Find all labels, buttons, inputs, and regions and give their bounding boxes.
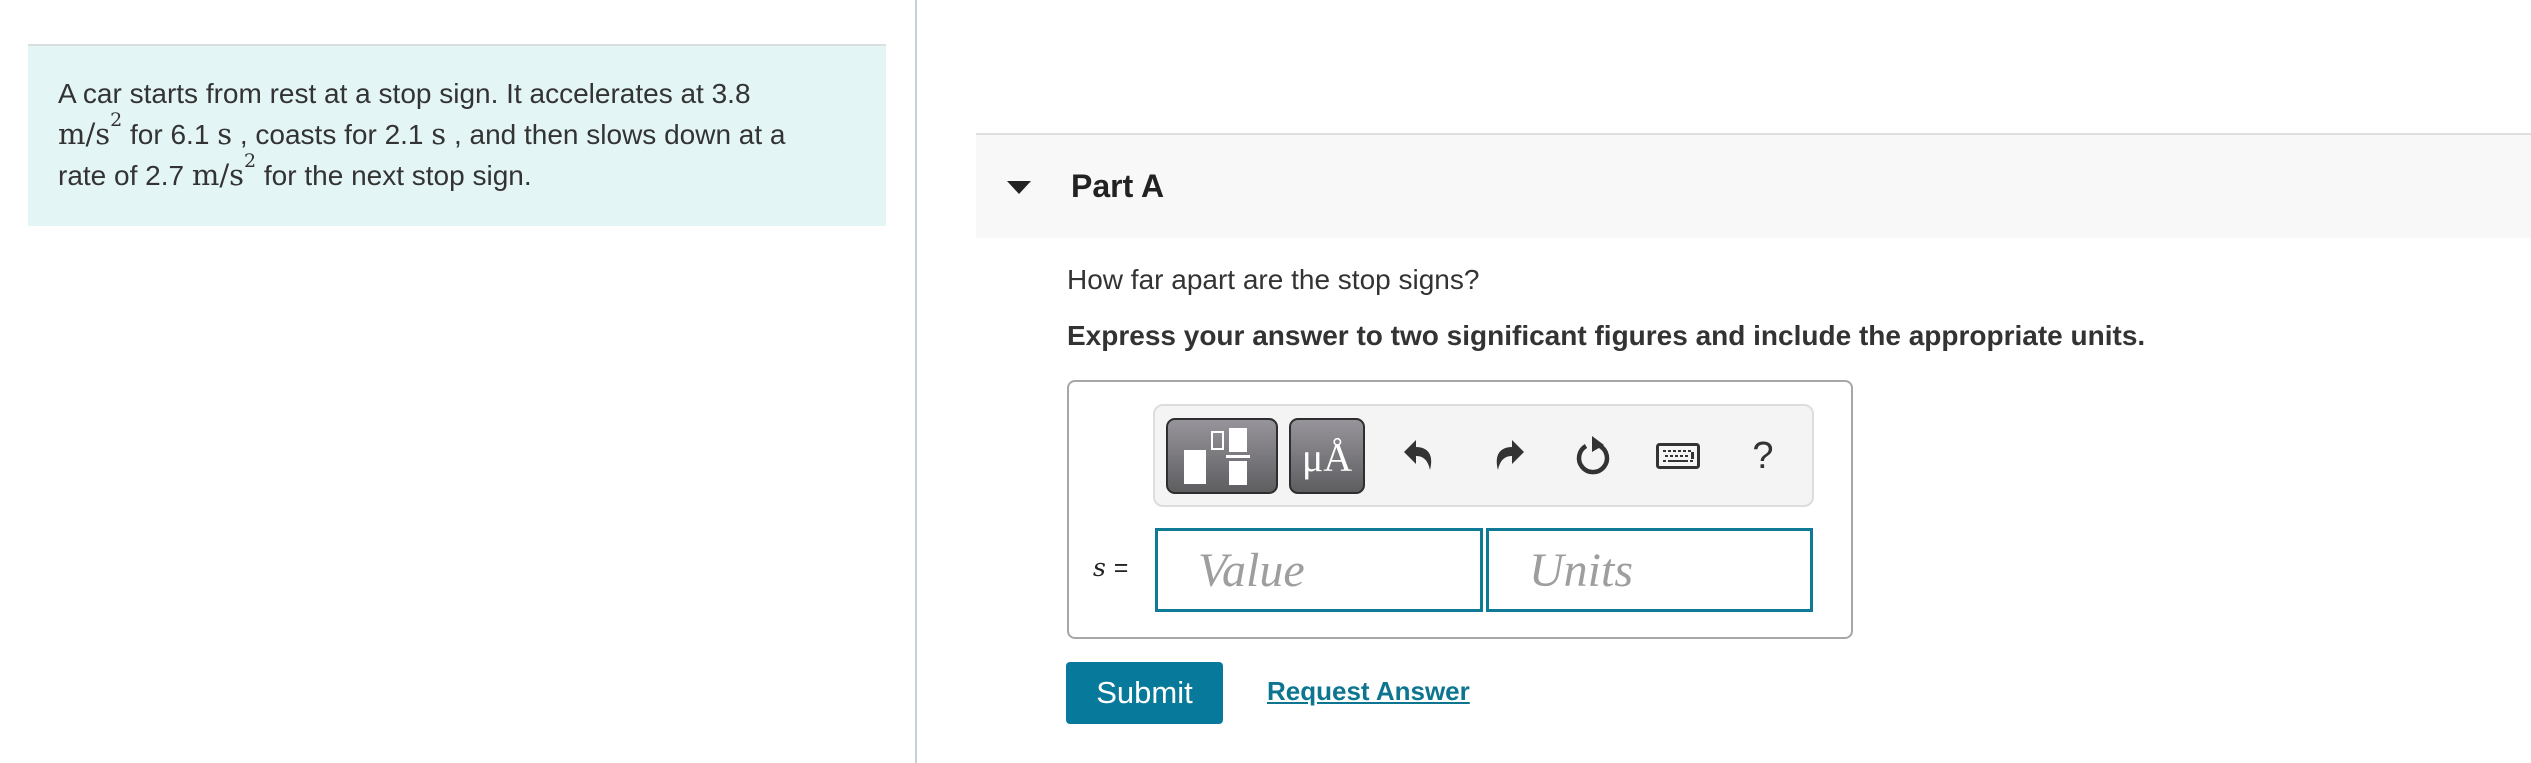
math-toolbar: μÅ ? xyxy=(1153,404,1814,507)
submit-button[interactable]: Submit xyxy=(1066,662,1223,724)
problem-line-2: m/s2 for 6.1 s , coasts for 2.1 s , and … xyxy=(58,111,858,155)
keyboard-glyph-icon xyxy=(1656,443,1700,469)
unit-exponent: 2 xyxy=(244,150,257,172)
value-input[interactable] xyxy=(1155,528,1483,612)
question-text: How far apart are the stop signs? xyxy=(1067,264,1480,295)
answer-variable-label: s = xyxy=(1093,553,1128,583)
unit-acceleration: m/s2 xyxy=(58,111,122,152)
redo-arrow-icon xyxy=(1496,440,1524,470)
variable-symbol: s xyxy=(1093,553,1106,582)
undo-arrow-icon xyxy=(1404,440,1432,470)
units-label: μÅ xyxy=(1301,435,1353,480)
problem-text-segment: rate of 2.7 xyxy=(58,160,192,191)
problem-text-segment: for the next stop sign. xyxy=(256,160,532,191)
redo-icon[interactable] xyxy=(1485,433,1531,479)
problem-text: A car starts from rest at a stop sign. I… xyxy=(58,74,858,196)
unit-exponent: 2 xyxy=(110,109,123,131)
units-input[interactable] xyxy=(1486,528,1813,612)
problem-text-segment: , coasts for 2.1 xyxy=(232,119,432,150)
problem-text-segment: for 6.1 xyxy=(122,119,218,150)
problem-text-segment: A car starts from rest at a stop sign. I… xyxy=(58,78,751,109)
unit-text: m/s xyxy=(191,158,245,192)
unit-seconds: s xyxy=(431,117,447,151)
templates-icon xyxy=(1184,428,1250,485)
reset-arrow-icon xyxy=(1576,436,1610,475)
equals-sign: = xyxy=(1113,554,1129,582)
unit-text: m/s xyxy=(58,117,111,151)
keyboard-icon[interactable] xyxy=(1655,433,1701,479)
request-answer-link[interactable]: Request Answer xyxy=(1267,676,1470,707)
undo-icon[interactable] xyxy=(1397,433,1443,479)
unit-seconds: s xyxy=(217,117,233,151)
unit-acceleration: m/s2 xyxy=(191,152,256,193)
part-title: Part A xyxy=(1071,168,1165,204)
help-icon[interactable]: ? xyxy=(1740,433,1786,479)
problem-line-3: rate of 2.7 m/s2 for the next stop sign. xyxy=(58,152,858,196)
part-a-header[interactable]: Part A xyxy=(976,133,2531,238)
reset-icon[interactable] xyxy=(1570,433,1616,479)
instruction-text: Express your answer to two significant f… xyxy=(1067,320,2146,351)
problem-line-1: A car starts from rest at a stop sign. I… xyxy=(58,74,858,114)
panel-divider xyxy=(915,0,917,763)
units-button[interactable]: μÅ xyxy=(1289,418,1365,494)
caret-down-icon[interactable] xyxy=(1007,181,1031,194)
problem-text-segment: , and then slows down at a xyxy=(446,119,786,150)
templates-button[interactable] xyxy=(1166,418,1278,494)
problem-statement: A car starts from rest at a stop sign. I… xyxy=(28,44,886,226)
